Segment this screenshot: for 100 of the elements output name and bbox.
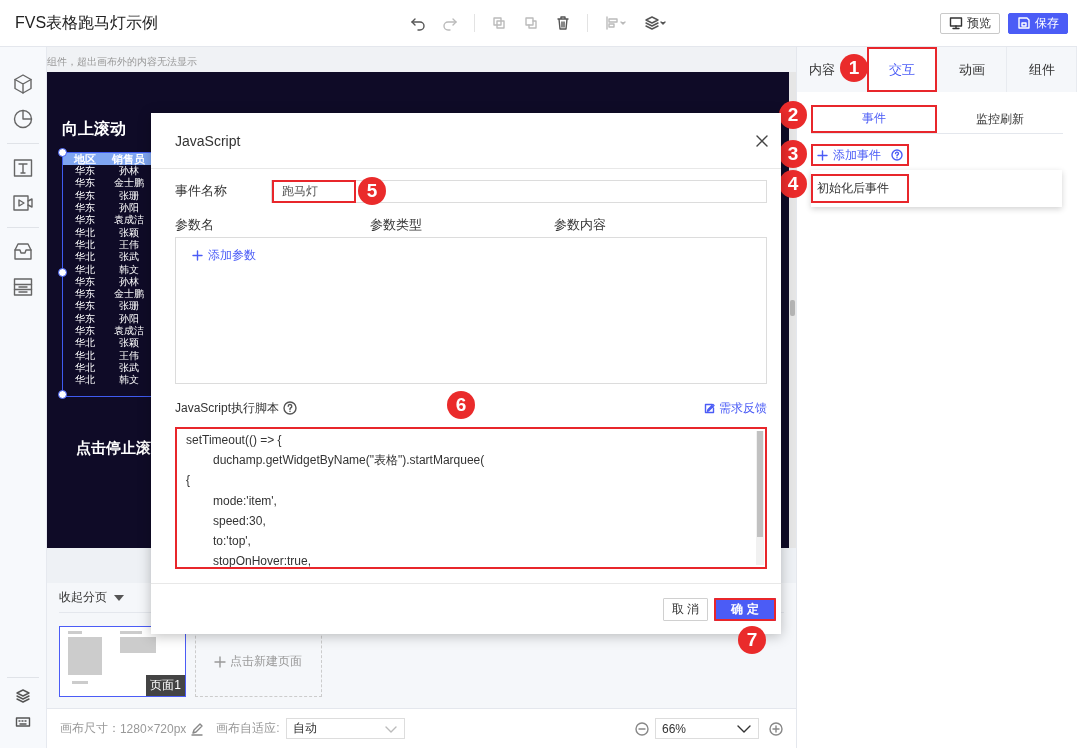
panel-tab[interactable]: 交互 — [867, 47, 937, 92]
cancel-button[interactable]: 取 消 — [662, 597, 708, 621]
code-line: to:'top', — [212, 533, 252, 550]
table-cell-text: 孙阳 — [117, 312, 140, 325]
table-cell-text: 华北 — [73, 226, 96, 239]
server-icon[interactable] — [11, 276, 34, 298]
table-cell-text: 张珊 — [117, 300, 140, 313]
table-cell-text: 华东 — [73, 312, 96, 325]
preview-button[interactable]: 预览 — [940, 12, 1000, 34]
table-cell-text: 金士鹏 — [112, 288, 145, 300]
event-name-field[interactable]: 跑马灯 5 — [271, 179, 767, 203]
app-title: FVS表格跑马灯示例 — [15, 12, 160, 33]
table-cell-text: 华东 — [73, 325, 96, 337]
video-icon[interactable] — [11, 192, 34, 214]
layer-order-icon[interactable] — [644, 15, 668, 31]
resize-handle[interactable] — [57, 390, 67, 399]
panel-tab[interactable]: 组件 — [1007, 47, 1077, 92]
canvas-fit-select[interactable]: 自动 — [285, 718, 405, 739]
table-cell-text: 张武 — [117, 251, 140, 264]
add-event-button[interactable]: 添加事件 — [811, 144, 909, 166]
table-cell-text: 张颖 — [117, 226, 140, 239]
plus-icon — [817, 149, 828, 161]
table-cell-text: 华北 — [73, 238, 96, 251]
plus-icon — [214, 655, 227, 668]
table-cell-text: 华东 — [73, 165, 96, 177]
table-cell-text: 韩文 — [117, 263, 140, 276]
field-label: JavaScript执行脚本 — [175, 399, 280, 417]
column-header: 销售员 — [110, 153, 147, 165]
inbox-icon[interactable] — [11, 241, 34, 263]
table-cell-text: 孙阳 — [117, 202, 140, 214]
table-cell-text: 王伟 — [117, 349, 140, 362]
table-cell-text: 韩文 — [117, 374, 140, 387]
resize-handle[interactable] — [57, 268, 67, 277]
table-cell-text: 华北 — [73, 374, 96, 387]
layers-icon[interactable] — [14, 688, 31, 704]
cube-icon[interactable] — [11, 73, 34, 95]
save-icon — [1017, 16, 1031, 30]
column-header: 参数名 — [175, 216, 215, 231]
save-button[interactable]: 保存 — [1008, 12, 1068, 34]
field-label: 事件名称 — [175, 182, 228, 200]
zoom-select[interactable]: 66% — [655, 718, 759, 739]
text-icon[interactable] — [11, 157, 34, 179]
table-cell-text: 华北 — [73, 361, 96, 374]
callout-badge: 7 — [738, 625, 766, 654]
table-cell-text: 袁成洁 — [112, 325, 145, 337]
canvas-size-label: 画布尺寸： — [59, 720, 120, 737]
code-line: setTimeout(() => { — [186, 432, 283, 449]
collapse-pages-label[interactable]: 收起分页 — [58, 589, 107, 606]
code-line: speed:30, — [212, 512, 267, 530]
close-icon[interactable] — [755, 133, 769, 148]
callout-badge: 1 — [840, 54, 868, 82]
canvas-heading: 向上滚动 — [61, 120, 127, 138]
table-cell-text: 金士鹏 — [112, 177, 145, 190]
table-cell-text: 华东 — [73, 189, 96, 202]
keyboard-icon[interactable] — [14, 714, 31, 730]
plus-icon — [192, 250, 203, 261]
zoom-out-icon[interactable] — [635, 721, 649, 736]
table-cell-text: 华北 — [73, 263, 96, 276]
script-editor[interactable]: setTimeout(() => { duchamp.getWidgetByName("表格").startMarquee( { mode:'item', speed:30, to:'top', stopOnHover:true, — [175, 427, 767, 569]
column-header: 地区 — [72, 153, 97, 165]
scrollbar-thumb[interactable] — [757, 431, 763, 537]
table-cell-text: 华东 — [73, 214, 96, 227]
help-icon — [283, 401, 298, 415]
table-cell-text: 华北 — [73, 251, 96, 264]
ok-button[interactable]: 确 定 — [714, 597, 776, 621]
edit-icon[interactable] — [190, 721, 205, 736]
panel-tab[interactable]: 内容 — [797, 47, 839, 92]
add-parameter-link[interactable]: 添加参数 — [192, 247, 256, 264]
table-cell-text: 孙林 — [118, 165, 139, 178]
callout-badge: 6 — [447, 391, 475, 419]
table-cell-text: 孙林 — [117, 275, 140, 288]
zoom-in-icon[interactable] — [769, 721, 783, 736]
callout-badge: 2 — [779, 101, 807, 129]
canvas-text: 点击停止滚 — [75, 439, 151, 458]
canvas-fit-label: 画布自适应: — [216, 720, 280, 737]
scrollbar-thumb[interactable] — [790, 300, 795, 316]
help-icon — [891, 149, 903, 161]
pie-chart-icon[interactable] — [11, 108, 34, 130]
table-cell-text: 华东 — [73, 202, 96, 214]
table-cell-text: 袁成洁 — [112, 214, 145, 227]
feedback-link[interactable]: 需求反馈 — [704, 399, 767, 417]
monitor-icon — [949, 16, 963, 30]
panel-tab[interactable]: 动画 — [937, 47, 1007, 92]
resize-handle[interactable] — [57, 148, 67, 157]
table-cell-text: 华北 — [73, 337, 96, 350]
table-cell-text: 张颖 — [117, 337, 140, 350]
table-cell-text: 张武 — [117, 361, 140, 374]
table-cell-text: 华东 — [73, 177, 96, 190]
sub-tab[interactable]: 事件 — [811, 105, 937, 133]
table-cell-text: 华北 — [73, 349, 96, 362]
page-thumbnail[interactable]: 页面1 — [58, 626, 186, 697]
delete-icon[interactable] — [555, 15, 571, 31]
table-cell-text: 华东 — [73, 275, 96, 288]
menu-item[interactable]: 初始化后事件 — [811, 174, 909, 203]
column-header: 参数内容 — [554, 216, 607, 231]
table-cell-text: 华东 — [73, 300, 96, 313]
sub-tab[interactable]: 监控刷新 — [937, 105, 1063, 133]
table-cell-text: 张珊 — [117, 189, 140, 202]
edit-icon — [704, 402, 715, 414]
dialog-title: JavaScript — [175, 132, 241, 149]
